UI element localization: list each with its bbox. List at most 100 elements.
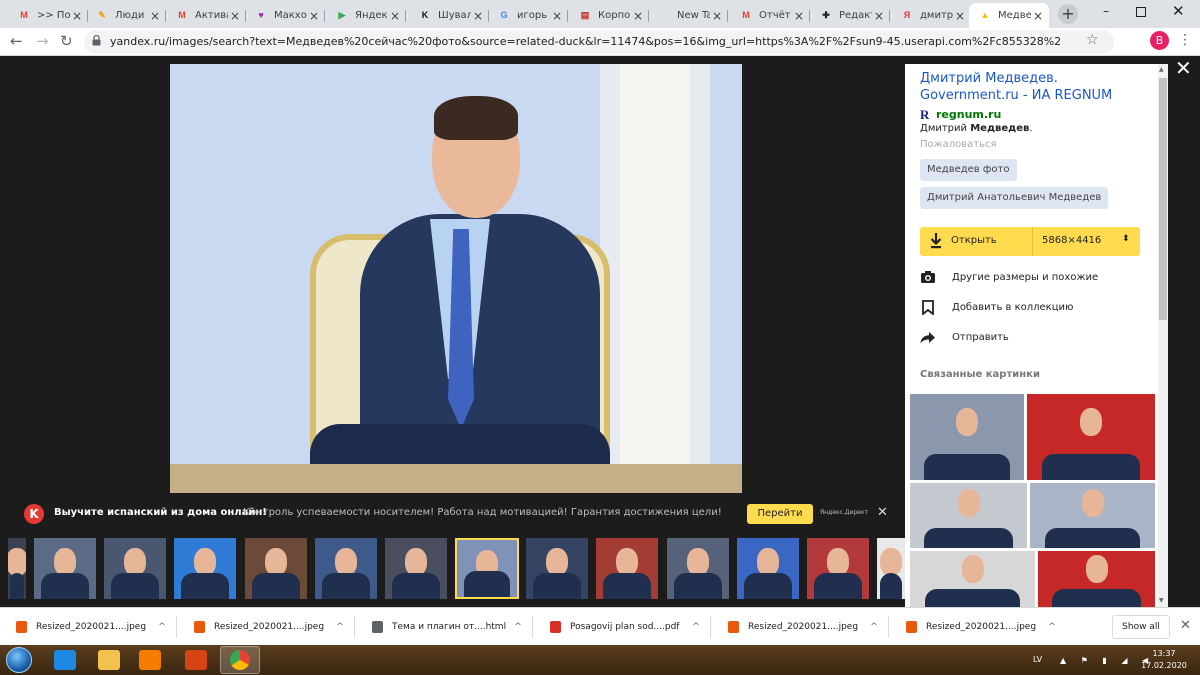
browser-tab[interactable]: ▶ Яндекс× — [326, 3, 406, 28]
thumbnail[interactable] — [526, 538, 588, 599]
download-menu-chevron-icon[interactable]: ^ — [152, 622, 172, 632]
panel-scrollbar-thumb[interactable] — [1159, 78, 1167, 320]
browser-tab[interactable]: K Шувал × — [409, 3, 489, 28]
thumbnail[interactable] — [596, 538, 658, 599]
profile-avatar[interactable]: B — [1150, 31, 1169, 50]
tab-close-icon[interactable]: × — [70, 9, 84, 23]
taskbar-app-button[interactable] — [130, 646, 170, 674]
thumbnail[interactable] — [34, 538, 96, 599]
browser-tab[interactable]: ✚ Редакт× — [810, 3, 890, 28]
image-title-link[interactable]: Дмитрий Медведев. Government.ru - ИА REG… — [920, 70, 1150, 104]
related-thumb[interactable] — [1027, 394, 1155, 480]
thumbnail[interactable] — [877, 538, 905, 599]
show-all-button[interactable]: Show all — [1112, 615, 1170, 639]
tab-close-icon[interactable]: × — [471, 9, 485, 23]
tab-close-icon[interactable]: × — [710, 9, 724, 23]
maximize-button[interactable] — [1136, 7, 1146, 17]
ad-source[interactable]: Яндекс.Директ — [820, 509, 868, 516]
download-menu-chevron-icon[interactable]: ^ — [508, 622, 528, 632]
back-button[interactable]: ← — [10, 32, 23, 50]
browser-tab[interactable]: M Отчёт × — [730, 3, 810, 28]
browser-tab[interactable]: Gигорь × — [488, 3, 568, 28]
download-item[interactable]: Тема и плагин от....html ^ — [356, 608, 528, 646]
bookmark-star-icon[interactable]: ☆ — [1086, 32, 1099, 48]
thumbnail[interactable] — [737, 538, 799, 599]
thumbnail[interactable] — [174, 538, 236, 599]
tab-close-icon[interactable]: × — [388, 9, 402, 23]
download-item[interactable]: Resized_2020021....jpeg ^ — [890, 608, 1062, 646]
tab-close-icon[interactable]: × — [148, 9, 162, 23]
viewer-close-button[interactable]: ✕ — [1175, 58, 1192, 78]
language-indicator[interactable]: LV — [1033, 655, 1042, 664]
tab-close-icon[interactable]: × — [872, 9, 886, 23]
forward-button[interactable]: → — [36, 32, 49, 50]
add-to-collection-action[interactable]: Добавить в коллекцию — [920, 297, 1073, 317]
scroll-down-arrow-icon[interactable]: ▼ — [1159, 597, 1164, 604]
browser-tab[interactable]: Ядмитр × — [891, 3, 971, 28]
url-text[interactable]: yandex.ru/images/search?text=Медведев%20… — [110, 35, 1060, 48]
related-thumb[interactable] — [910, 551, 1035, 607]
open-image-button[interactable]: Открыть 5868×4416 ⬍ — [920, 227, 1140, 256]
download-item[interactable]: Resized_2020021....jpeg ^ — [0, 608, 172, 646]
related-thumb[interactable] — [1030, 483, 1155, 548]
taskbar-app-button[interactable] — [220, 646, 260, 674]
download-menu-chevron-icon[interactable]: ^ — [864, 622, 884, 632]
taskbar-app-button[interactable] — [89, 646, 129, 674]
reload-button[interactable]: ↻ — [60, 32, 73, 50]
browser-tab[interactable]: ▲ Медвед× — [969, 3, 1049, 28]
window-close-button[interactable]: ✕ — [1172, 2, 1185, 20]
image-size-select[interactable]: 5868×4416 — [1042, 235, 1101, 246]
complain-link[interactable]: Пожаловаться — [920, 139, 997, 150]
scroll-up-arrow-icon[interactable]: ▲ — [1159, 66, 1164, 73]
download-menu-chevron-icon[interactable]: ^ — [1042, 622, 1062, 632]
thumbnail[interactable] — [245, 538, 307, 599]
tab-close-icon[interactable]: × — [228, 9, 242, 23]
browser-tab[interactable]: M >> Пор× — [8, 3, 88, 28]
start-button[interactable] — [6, 647, 32, 673]
download-item[interactable]: Resized_2020021....jpeg ^ — [178, 608, 350, 646]
minimize-button[interactable]: – — [1100, 4, 1112, 18]
ad-title[interactable]: Выучите испанский из дома онлайн! — [54, 507, 267, 518]
tab-close-icon[interactable]: × — [550, 9, 564, 23]
tag-chip[interactable]: Медведев фото — [920, 159, 1017, 181]
downloads-close-icon[interactable]: ✕ — [1180, 618, 1191, 633]
address-bar[interactable]: yandex.ru/images/search?text=Медведев%20… — [84, 30, 1114, 54]
thumbnail[interactable] — [8, 538, 26, 599]
download-menu-chevron-icon[interactable]: ^ — [686, 622, 706, 632]
related-thumb[interactable] — [910, 483, 1027, 548]
ad-text[interactable]: Контроль успеваемости носителем! Работа … — [243, 507, 722, 518]
new-tab-button[interactable]: + — [1058, 4, 1078, 24]
thumbnail[interactable] — [455, 538, 519, 599]
thumbnail[interactable] — [104, 538, 166, 599]
ad-logo-icon[interactable]: K — [24, 504, 44, 524]
download-menu-chevron-icon[interactable]: ^ — [330, 622, 350, 632]
thumbnail[interactable] — [315, 538, 377, 599]
related-thumb[interactable] — [1038, 551, 1155, 607]
share-action[interactable]: Отправить — [920, 327, 1009, 347]
thumbnail[interactable] — [807, 538, 869, 599]
browser-tab[interactable]: ♥ Макхол× — [245, 3, 325, 28]
browser-tab[interactable]: M Актива× — [166, 3, 246, 28]
taskbar-app-button[interactable] — [45, 646, 85, 674]
main-photo[interactable] — [170, 64, 742, 493]
ad-close-icon[interactable]: ✕ — [877, 505, 888, 520]
tab-close-icon[interactable]: × — [953, 9, 967, 23]
other-sizes-action[interactable]: Другие размеры и похожие — [920, 267, 1098, 287]
taskbar-app-button[interactable] — [176, 646, 216, 674]
tab-close-icon[interactable]: × — [1031, 9, 1045, 23]
browser-menu-icon[interactable]: ⋮ — [1178, 32, 1192, 48]
thumbnail[interactable] — [385, 538, 447, 599]
browser-tab[interactable]: ▤ Корпор× — [569, 3, 649, 28]
ad-go-button[interactable]: Перейти — [747, 504, 813, 524]
source-link[interactable]: regnum.ru — [936, 108, 1001, 121]
tab-close-icon[interactable]: × — [307, 9, 321, 23]
browser-tab[interactable]: New Tab× — [648, 3, 728, 28]
size-select-arrow-icon[interactable]: ⬍ — [1122, 234, 1130, 244]
related-thumb[interactable] — [910, 394, 1024, 480]
download-item[interactable]: Resized_2020021....jpeg ^ — [712, 608, 884, 646]
lock-icon[interactable] — [92, 35, 101, 46]
thumbnail[interactable] — [667, 538, 729, 599]
download-item[interactable]: Posagovij plan sod....pdf ^ — [534, 608, 706, 646]
tag-chip[interactable]: Дмитрий Анатольевич Медведев — [920, 187, 1109, 209]
tab-close-icon[interactable]: × — [631, 9, 645, 23]
